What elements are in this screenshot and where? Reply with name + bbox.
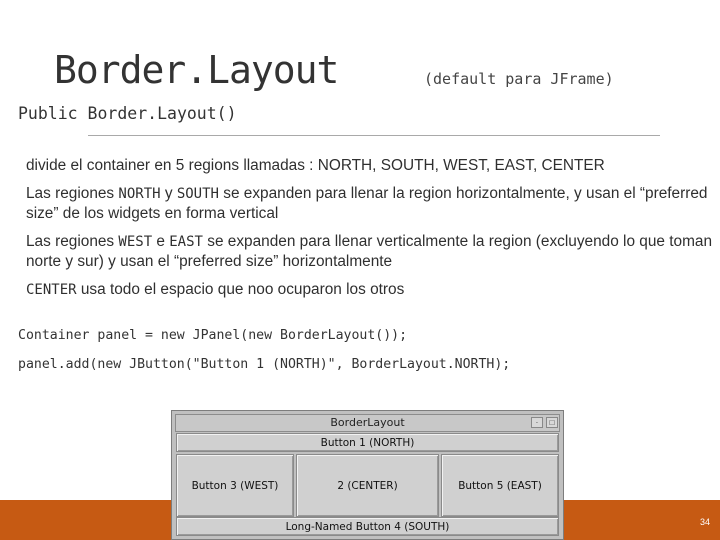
north-button[interactable]: Button 1 (NORTH) [176, 433, 559, 452]
keyword-south: SOUTH [176, 186, 219, 202]
bullet-item: Las regiones WEST e EAST se expanden par… [26, 232, 716, 271]
slide-title: Border.Layout [54, 48, 339, 92]
keyword-north: NORTH [118, 186, 161, 202]
borderlayout-window: BorderLayout · □ Button 1 (NORTH) Button… [171, 410, 564, 540]
window-titlebar[interactable]: BorderLayout · □ [175, 414, 560, 432]
west-button[interactable]: Button 3 (WEST) [176, 454, 294, 517]
bullet-list: divide el container en 5 regions llamada… [26, 156, 716, 309]
south-button[interactable]: Long-Named Button 4 (SOUTH) [176, 517, 559, 536]
slide-subtitle: (default para JFrame) [424, 70, 614, 88]
bullet-text: e [152, 233, 170, 250]
page-number: 34 [699, 517, 710, 527]
keyword-center: CENTER [26, 282, 77, 298]
keyword-east: EAST [169, 234, 203, 250]
code-line-2: panel.add(new JButton("Button 1 (NORTH)"… [18, 357, 511, 372]
center-button[interactable]: 2 (CENTER) [296, 454, 439, 517]
window-title: BorderLayout [330, 416, 405, 429]
minimize-icon[interactable]: · [531, 417, 543, 428]
code-line-1: Container panel = new JPanel(new BorderL… [18, 328, 408, 343]
bullet-text: usa todo el espacio que noo ocuparon los… [76, 281, 405, 298]
bullet-text: Las regiones [26, 185, 119, 202]
bullet-text: y [160, 185, 177, 202]
divider [88, 135, 660, 136]
bullet-item: Las regiones NORTH y SOUTH se expanden p… [26, 184, 716, 223]
keyword-west: WEST [118, 234, 153, 250]
bullet-item: divide el container en 5 regions llamada… [26, 156, 716, 175]
constructor-signature: Public Border.Layout() [18, 104, 237, 123]
maximize-icon[interactable]: □ [546, 417, 558, 428]
bullet-text: divide el container en 5 regions llamada… [26, 157, 605, 174]
bullet-item: CENTER usa todo el espacio que noo ocupa… [26, 280, 716, 300]
east-button[interactable]: Button 5 (EAST) [441, 454, 559, 517]
bullet-text: Las regiones [26, 233, 119, 250]
